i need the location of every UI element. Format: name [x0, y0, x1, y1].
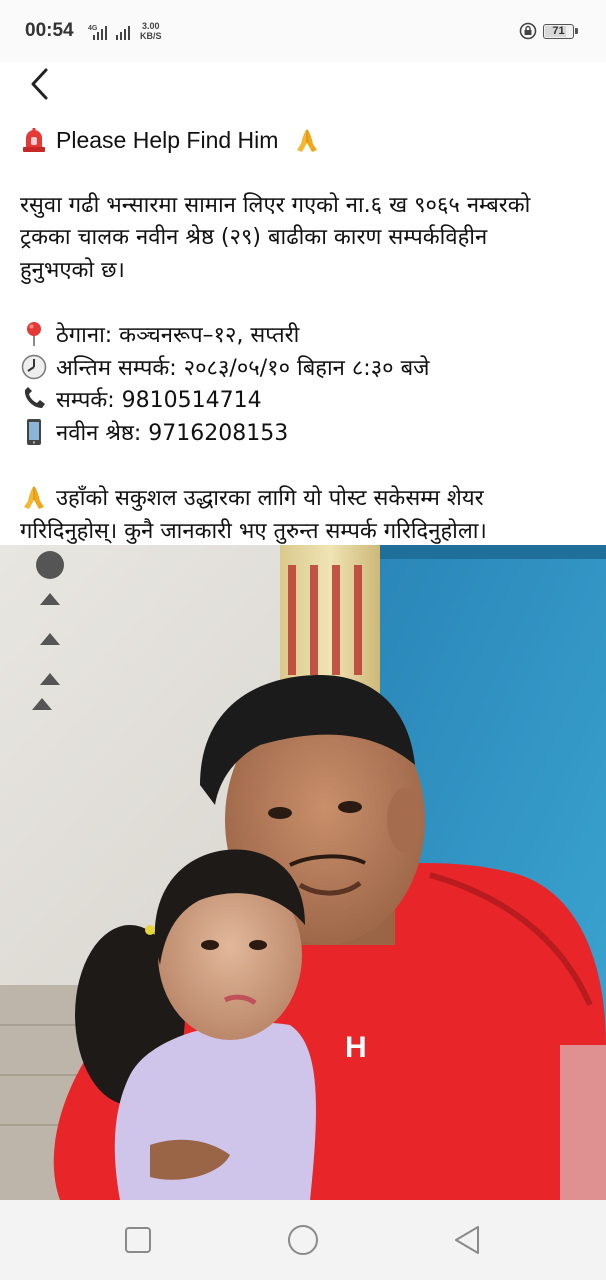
description-line: ट्रकका चालक नवीन श्रेष्ठ (२९) बाढीका कार… — [20, 225, 488, 250]
folded-hands-icon — [20, 484, 48, 510]
back-button[interactable] — [24, 62, 58, 106]
signal-icon: 4G — [88, 25, 130, 40]
naveen-phone-text: नवीन श्रेष्ठ: 9716208153 — [56, 420, 289, 446]
contact-line: सम्पर्क: 9810514714 — [20, 385, 590, 418]
battery-level: 71 — [552, 25, 565, 37]
last-contact-line: अन्तिम सम्पर्क: २०८३/०५/१० बिहान ८:३० बज… — [20, 353, 590, 386]
siren-icon — [20, 127, 48, 153]
system-navigation-bar — [0, 1200, 606, 1280]
triangle-back-icon — [455, 1226, 479, 1254]
back-nav-button[interactable] — [448, 1222, 488, 1258]
last-contact-text: अन्तिम सम्पर्क: २०८३/०५/१० बिहान ८:३० बज… — [56, 355, 430, 381]
status-time: 00:54 — [25, 20, 74, 41]
home-button[interactable] — [283, 1222, 323, 1258]
network-type-label: 4G — [88, 25, 98, 32]
shirt-logo: H — [345, 1031, 367, 1064]
address-line: ठेगाना: कञ्चनरूप–१२, सप्तरी — [20, 320, 590, 353]
recent-apps-button[interactable] — [118, 1222, 158, 1258]
battery-icon: 71 — [543, 24, 578, 39]
circle-icon — [288, 1225, 318, 1255]
contact-text: सम्पर्क: 9810514714 — [56, 388, 262, 413]
appeal-line: गरिदिनुहोस्। कुनै जानकारी भए तुरुन्त सम्… — [20, 518, 487, 544]
round-pushpin-icon — [20, 321, 48, 347]
folded-hands-icon — [293, 127, 321, 153]
post-content: Please Help Find Him रसुवा गढी भन्सारमा … — [20, 124, 590, 548]
naveen-phone-line: नवीन श्रेष्ठ: 9716208153 — [20, 418, 590, 451]
square-icon — [125, 1227, 151, 1253]
appeal-line: उहाँको सकुशल उद्धारका लागि यो पोस्ट सकेस… — [20, 483, 590, 516]
post-title: Please Help Find Him — [20, 124, 590, 157]
appeal-text: उहाँको सकुशल उद्धारका लागि यो पोस्ट सकेस… — [56, 486, 484, 511]
mobile-phone-icon — [20, 418, 48, 445]
description-line: हुनुभएको छ। — [20, 257, 125, 283]
chevron-left-icon — [31, 68, 48, 100]
description-line: रसुवा गढी भन्सारमा सामान लिएर गएको ना.६ … — [20, 192, 531, 218]
network-speed: 3.00 KB/S — [140, 21, 162, 41]
status-bar: 00:54 4G 3.00 KB/S 71 — [0, 0, 606, 62]
address-text: ठेगाना: कञ्चनरूप–१२, सप्तरी — [56, 323, 300, 348]
rotation-lock-icon — [519, 22, 537, 40]
post-photo[interactable]: H — [0, 545, 606, 1200]
telephone-receiver-icon — [20, 386, 48, 412]
clock-icon — [20, 354, 48, 380]
